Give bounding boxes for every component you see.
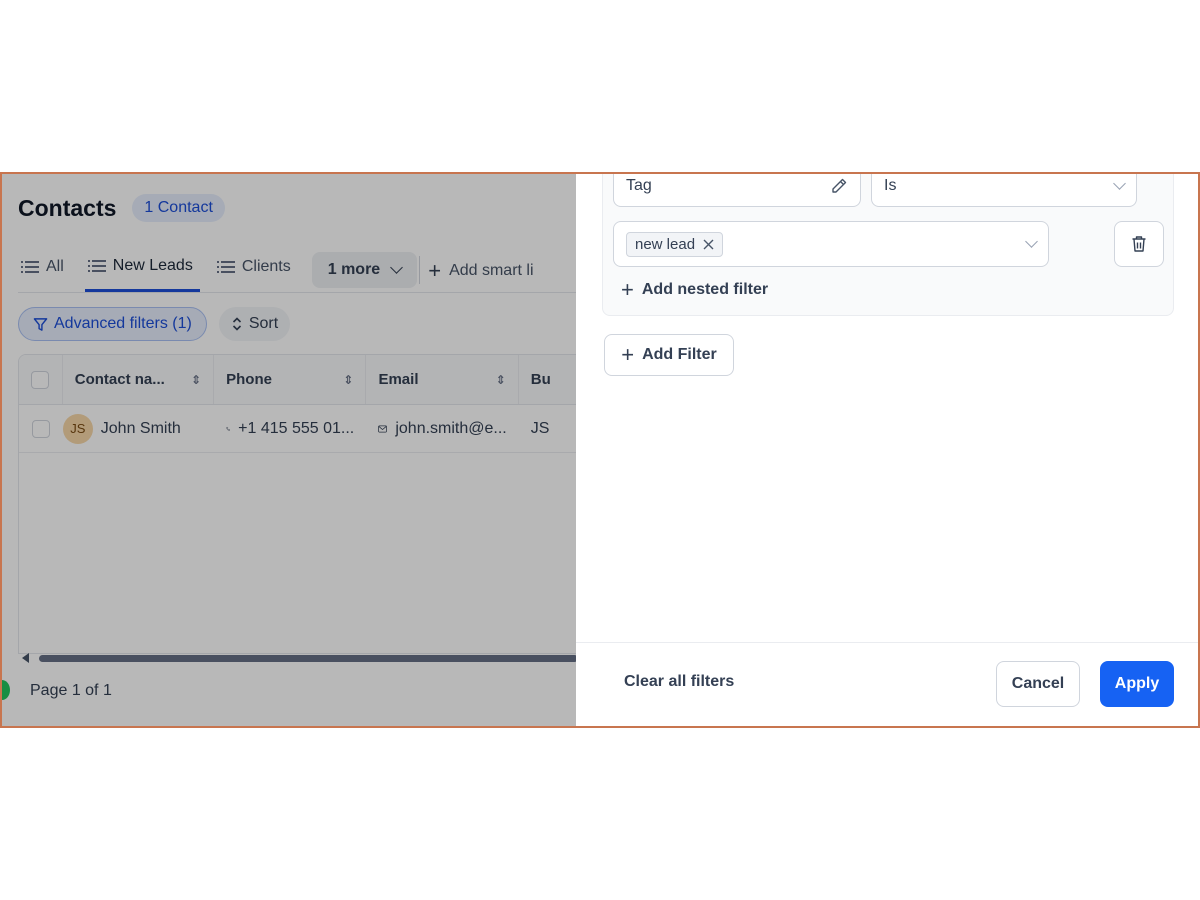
contact-count-badge: 1 Contact bbox=[132, 194, 225, 222]
tab-label: All bbox=[46, 258, 64, 275]
app-frame: Contacts 1 Contact All New Leads Clients… bbox=[0, 172, 1200, 728]
advanced-filters-panel: Tag Is new lead + Add nested filter + Ad… bbox=[576, 174, 1198, 726]
table-row[interactable]: JS John Smith +1 415 555 01... john.smit… bbox=[19, 405, 576, 453]
more-tabs-button[interactable]: 1 more bbox=[311, 252, 418, 288]
add-nested-filter-label: Add nested filter bbox=[641, 281, 769, 298]
add-smart-list-button[interactable]: + Add smart li bbox=[428, 260, 533, 292]
page-title: Contacts bbox=[18, 194, 117, 221]
apply-button[interactable]: Apply bbox=[1100, 661, 1174, 707]
filter-operator-select[interactable]: Is bbox=[871, 174, 1137, 207]
tabs-divider bbox=[18, 292, 576, 293]
sort-icon: ⇕ bbox=[495, 372, 506, 387]
trash-icon bbox=[1132, 236, 1146, 252]
sort-icon: ⇕ bbox=[191, 372, 202, 387]
sort-icon bbox=[232, 317, 241, 331]
contacts-table: Contact na... ⇕ Phone ⇕ Email ⇕ Bu JS Jo… bbox=[18, 354, 576, 654]
delete-filter-button[interactable] bbox=[1114, 221, 1164, 267]
sort-label: Sort bbox=[248, 315, 279, 332]
phone-value: +1 415 555 01... bbox=[238, 419, 355, 437]
column-email[interactable]: Email ⇕ bbox=[366, 355, 519, 404]
business-value: JS bbox=[530, 419, 550, 437]
column-label: Bu bbox=[530, 371, 551, 388]
value-chip: new lead bbox=[626, 231, 724, 257]
filter-toolbar: Advanced filters (1) Sort bbox=[18, 307, 291, 341]
value-chip-label: new lead bbox=[635, 235, 696, 253]
column-label: Phone bbox=[226, 371, 272, 388]
horizontal-scrollbar[interactable] bbox=[22, 650, 576, 666]
list-icon bbox=[87, 259, 106, 272]
tab-clients[interactable]: Clients bbox=[214, 252, 298, 292]
scrollbar-thumb[interactable] bbox=[39, 654, 576, 662]
tab-divider bbox=[419, 256, 421, 284]
sort-icon: ⇕ bbox=[343, 372, 354, 387]
advanced-filters-button[interactable]: Advanced filters (1) bbox=[18, 307, 207, 341]
email-value: john.smith@e... bbox=[395, 419, 507, 437]
filter-icon bbox=[33, 317, 48, 331]
nested-filter-group: Tag Is new lead + Add nested filter bbox=[602, 174, 1174, 316]
row-checkbox[interactable] bbox=[31, 419, 50, 438]
contact-name: John Smith bbox=[100, 419, 181, 437]
filter-operator-value: Is bbox=[884, 177, 897, 194]
list-icon bbox=[21, 261, 39, 273]
filter-value-select[interactable]: new lead bbox=[613, 221, 1049, 267]
add-filter-button[interactable]: + Add Filter bbox=[604, 334, 734, 376]
column-label: Contact na... bbox=[74, 371, 165, 388]
smart-list-tabs: All New Leads Clients 1 more + Add smart… bbox=[18, 252, 534, 292]
column-business[interactable]: Bu bbox=[519, 355, 576, 404]
close-icon[interactable] bbox=[703, 239, 714, 250]
tab-label: Clients bbox=[241, 258, 291, 275]
phone-icon bbox=[226, 426, 230, 431]
chevron-down-icon bbox=[1025, 235, 1038, 248]
plus-icon: + bbox=[621, 277, 634, 302]
clear-all-filters-button[interactable]: Clear all filters bbox=[624, 673, 734, 691]
avatar: JS bbox=[62, 413, 93, 444]
row-select-cell bbox=[19, 405, 63, 452]
cancel-button[interactable]: Cancel bbox=[996, 661, 1080, 707]
select-all-cell bbox=[19, 355, 63, 404]
column-contact-name[interactable]: Contact na... ⇕ bbox=[63, 355, 215, 404]
plus-icon: + bbox=[428, 258, 442, 283]
pagination-label: Page 1 of 1 bbox=[30, 682, 112, 699]
add-filter-label: Add Filter bbox=[642, 346, 717, 363]
table-header: Contact na... ⇕ Phone ⇕ Email ⇕ Bu bbox=[19, 355, 576, 405]
column-label: Email bbox=[378, 371, 419, 388]
list-icon bbox=[216, 261, 235, 273]
tab-label: New Leads bbox=[112, 256, 193, 274]
add-nested-filter-button[interactable]: + Add nested filter bbox=[621, 279, 768, 301]
more-tabs-label: 1 more bbox=[327, 261, 381, 278]
email-cell[interactable]: john.smith@e... bbox=[366, 405, 519, 452]
select-all-checkbox[interactable] bbox=[31, 370, 50, 389]
advanced-filters-label: Advanced filters (1) bbox=[54, 315, 192, 332]
title-row: Contacts 1 Contact bbox=[18, 194, 225, 222]
filter-field-select[interactable]: Tag bbox=[613, 174, 861, 207]
scroll-left-icon[interactable] bbox=[22, 653, 29, 663]
chevron-down-icon bbox=[390, 261, 404, 274]
tab-new-leads[interactable]: New Leads bbox=[84, 252, 200, 292]
business-cell[interactable]: JS bbox=[519, 405, 576, 452]
column-phone[interactable]: Phone ⇕ bbox=[214, 355, 367, 404]
chevron-down-icon bbox=[1113, 177, 1126, 190]
phone-cell[interactable]: +1 415 555 01... bbox=[214, 405, 367, 452]
add-smart-list-label: Add smart li bbox=[449, 262, 534, 279]
plus-icon: + bbox=[621, 342, 635, 367]
mail-icon bbox=[378, 425, 388, 432]
contacts-page: Contacts 1 Contact All New Leads Clients… bbox=[2, 174, 576, 726]
contact-name-cell[interactable]: JS John Smith bbox=[62, 405, 214, 452]
tab-all[interactable]: All bbox=[18, 252, 71, 292]
filter-field-value: Tag bbox=[626, 177, 652, 194]
sort-button[interactable]: Sort bbox=[218, 307, 291, 341]
status-dot bbox=[2, 680, 10, 700]
pencil-icon[interactable] bbox=[830, 177, 848, 195]
panel-footer: Clear all filters Cancel Apply bbox=[576, 642, 1198, 726]
